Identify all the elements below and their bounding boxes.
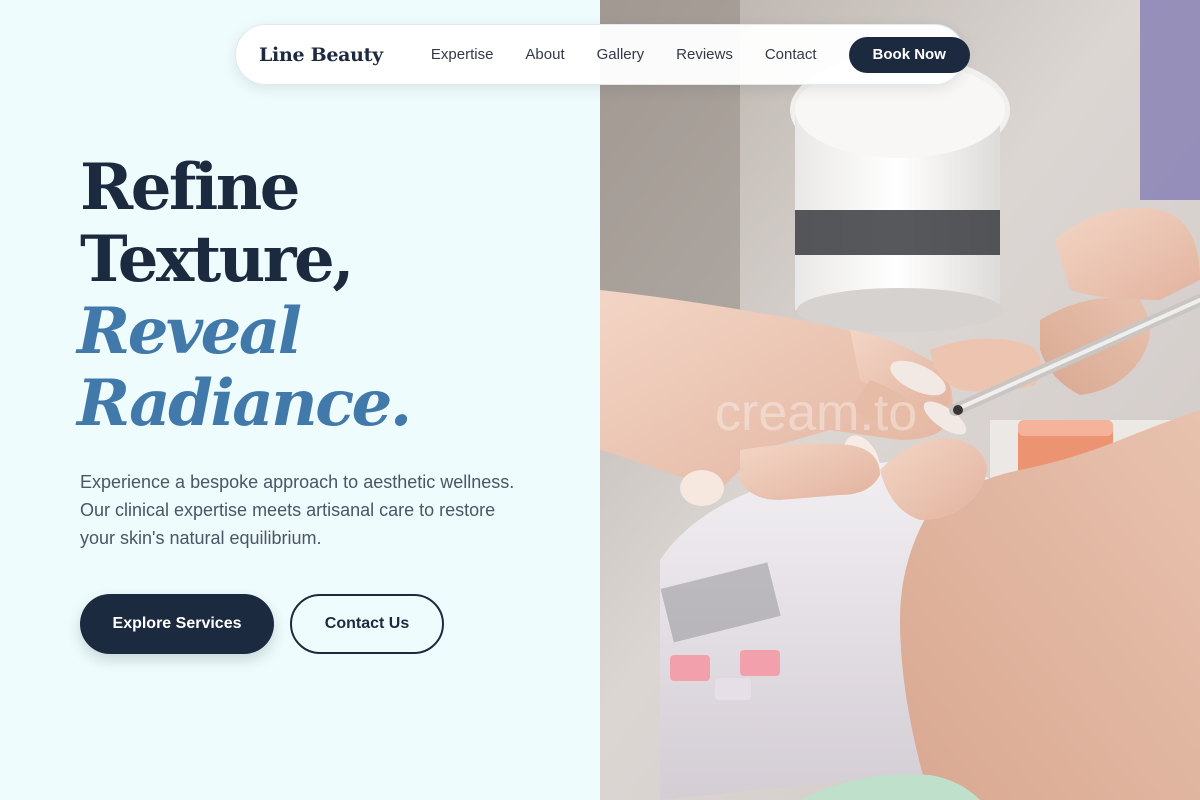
headline-line-2: Texture, — [80, 222, 354, 297]
manicure-photo-illustration: cream.to — [600, 0, 1200, 800]
hero-headline: Refine Texture, Reveal Radiance. — [77, 150, 580, 441]
landing-page: cream.to Line Beauty Expertise About Gal… — [0, 0, 1200, 800]
headline-line-1: Refine — [80, 150, 301, 225]
nav-link-expertise[interactable]: Expertise — [431, 46, 494, 63]
contact-us-button[interactable]: Contact Us — [290, 594, 444, 654]
headline-accent-line-2: Radiance. — [77, 366, 412, 441]
nav-link-gallery[interactable]: Gallery — [597, 46, 645, 63]
explore-services-button[interactable]: Explore Services — [80, 594, 274, 654]
hero-photo: cream.to — [600, 0, 1200, 800]
hero-cta-row: Explore Services Contact Us — [80, 594, 580, 654]
hero-description: Experience a bespoke approach to aesthet… — [80, 472, 515, 548]
headline-accent-line-1: Reveal — [77, 294, 302, 369]
hero-section: Refine Texture, Reveal Radiance. Experie… — [77, 150, 580, 654]
nav-link-about[interactable]: About — [525, 46, 564, 63]
main-navbar: Line Beauty Expertise About Gallery Revi… — [235, 24, 970, 85]
photo-watermark: cream.to — [715, 384, 917, 442]
brand-logo[interactable]: Line Beauty — [259, 44, 383, 66]
book-now-button[interactable]: Book Now — [848, 36, 970, 73]
nav-links: Expertise About Gallery Reviews Contact — [431, 46, 817, 63]
nav-link-contact[interactable]: Contact — [765, 46, 817, 63]
nav-link-reviews[interactable]: Reviews — [676, 46, 733, 63]
